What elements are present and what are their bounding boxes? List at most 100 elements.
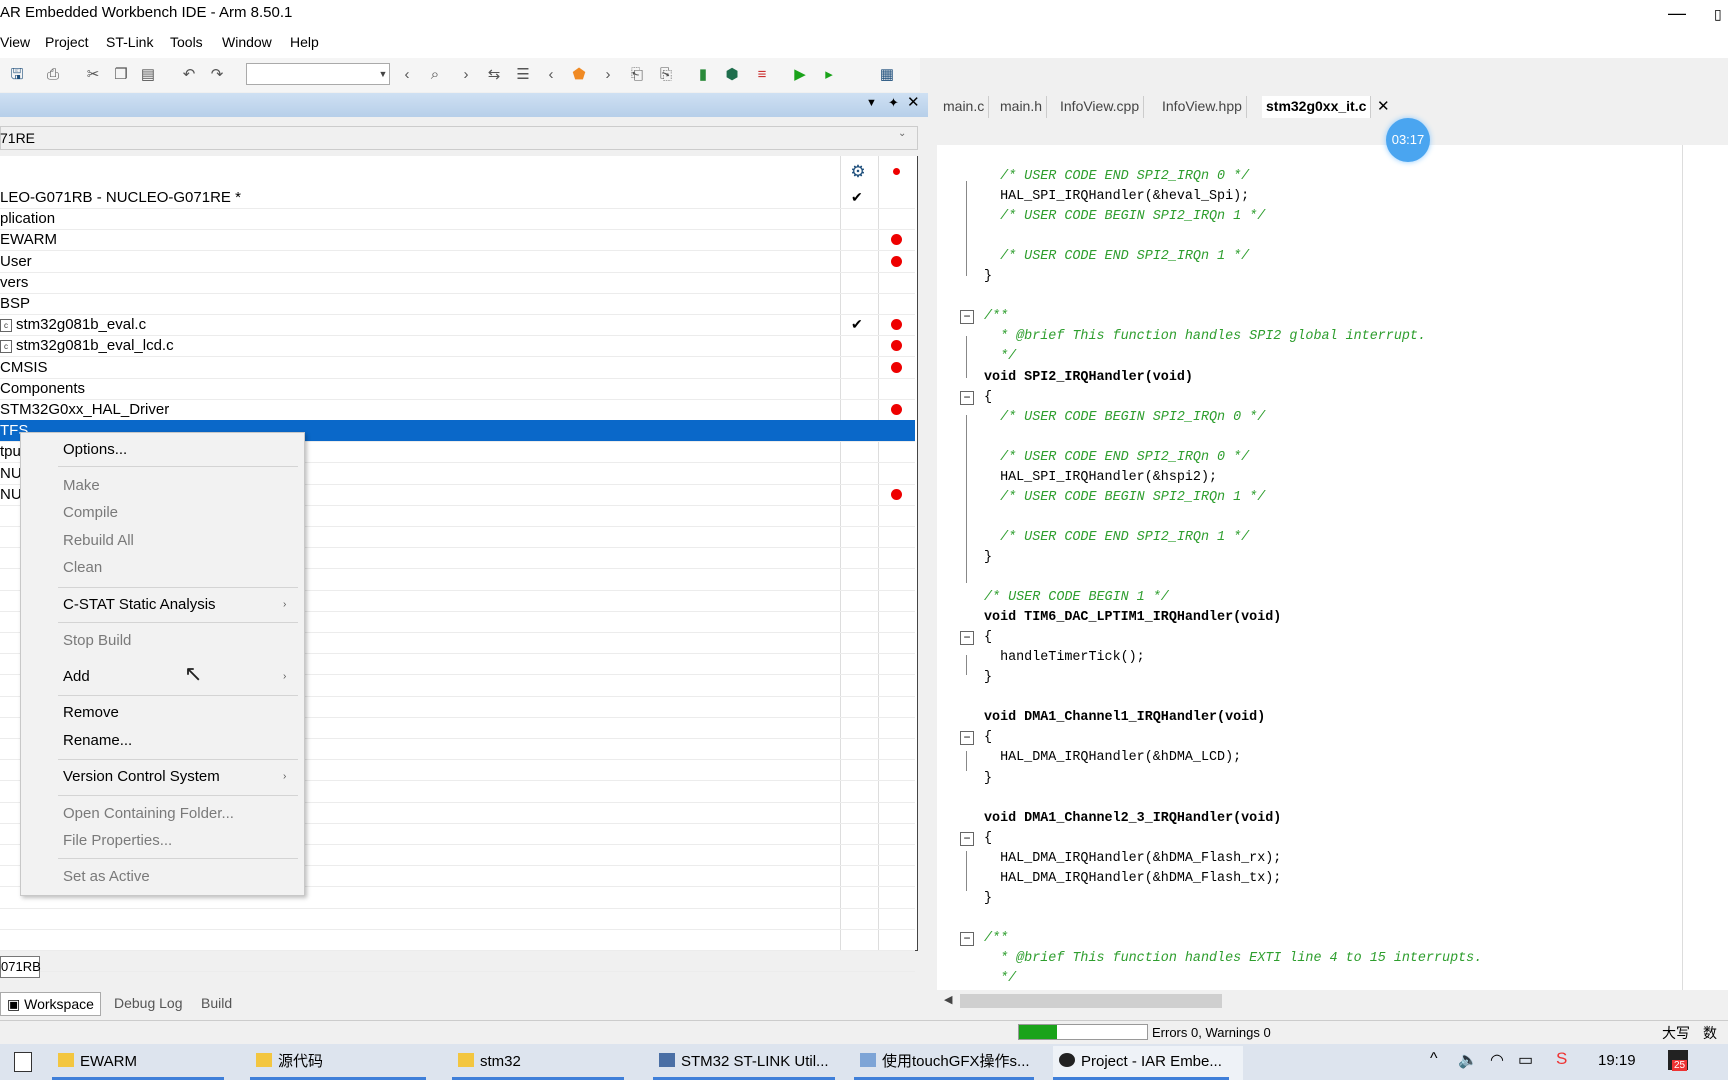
menu-view[interactable]: View <box>0 34 30 50</box>
close-icon[interactable]: ✕ <box>907 93 920 111</box>
minimize-button[interactable]: — <box>1660 0 1694 28</box>
find-combo[interactable] <box>246 63 390 85</box>
restore-button[interactable]: ▯ <box>1714 2 1728 26</box>
menu-window[interactable]: Window <box>222 34 272 50</box>
tab-debug-log[interactable]: Debug Log <box>108 992 189 1016</box>
toggle-bookmark-icon[interactable]: ⇆ <box>483 64 505 86</box>
make-icon[interactable]: ⎘ <box>655 64 677 86</box>
redo-icon[interactable]: ↷ <box>206 64 228 86</box>
next-bookmark-icon[interactable]: › <box>597 64 619 86</box>
fold-toggle-icon[interactable]: − <box>960 310 974 324</box>
tree-row[interactable]: STM32G0xx_HAL_Driver <box>0 399 915 420</box>
chevron-right-icon[interactable]: › <box>283 671 286 682</box>
menu-item-options[interactable]: Options... <box>63 441 127 458</box>
input-method-icon[interactable]: S <box>1556 1049 1567 1069</box>
taskbar-item[interactable]: 使用touchGFX操作s... <box>854 1046 1048 1080</box>
breakpoint-icon[interactable]: ⬟ <box>568 64 590 86</box>
code-line: void TIM6_DAC_LPTIM1_IRQHandler(void) <box>984 610 1282 625</box>
clock[interactable]: 19:19 <box>1598 1052 1636 1069</box>
tab-infoview-cpp[interactable]: InfoView.cpp <box>1056 96 1145 118</box>
tree-row[interactable]: EWARM <box>0 229 915 250</box>
code-line: { <box>984 630 993 645</box>
compile-icon[interactable]: ⎗ <box>626 64 648 86</box>
menu-project[interactable]: Project <box>45 34 89 50</box>
tab-main-h[interactable]: main.h <box>996 96 1048 118</box>
menu-item-rename[interactable]: Rename... <box>63 732 132 749</box>
paste-icon[interactable]: ▤ <box>137 64 159 86</box>
tree-row[interactable]: plication <box>0 208 915 229</box>
undo-icon[interactable]: ↶ <box>178 64 200 86</box>
indent-icon[interactable]: ☰ <box>512 64 534 86</box>
tree-row-label: NU <box>0 463 22 484</box>
copy-icon[interactable]: ❐ <box>110 64 132 86</box>
chevron-up-icon[interactable]: ^ <box>1430 1050 1438 1068</box>
folder-icon <box>458 1053 474 1067</box>
c-file-icon: c <box>0 318 12 332</box>
chevron-down-icon[interactable]: ▼ <box>866 97 877 109</box>
save-all-icon[interactable]: 🖫 <box>6 64 28 86</box>
taskbar-item-label: EWARM <box>80 1053 137 1070</box>
menu-item-remove[interactable]: Remove <box>63 704 119 721</box>
menu-help[interactable]: Help <box>290 34 319 50</box>
tree-row-text: stm32g081b_eval.c <box>16 316 147 333</box>
fold-toggle-icon[interactable]: − <box>960 832 974 846</box>
forward-icon[interactable]: › <box>455 64 477 86</box>
tree-row[interactable]: c stm32g081b_eval_lcd.c <box>0 335 915 356</box>
prev-bookmark-icon[interactable]: ‹ <box>540 64 562 86</box>
notification-icon[interactable] <box>14 1052 32 1072</box>
menu-tools[interactable]: Tools <box>170 34 203 50</box>
taskbar-item[interactable]: Project - IAR Embe... <box>1053 1046 1243 1080</box>
download-debug-icon[interactable]: ▶ <box>789 64 811 86</box>
find-icon[interactable]: ⌕ <box>424 64 446 86</box>
code-line: void DMA1_Channel1_IRQHandler(void) <box>984 710 1266 725</box>
chevron-down-icon[interactable]: ▼ <box>376 63 390 85</box>
menu-item-c-stat-static-analysis[interactable]: C-STAT Static Analysis <box>63 596 216 613</box>
taskbar-item[interactable]: EWARM <box>52 1046 238 1080</box>
tree-row[interactable]: Components <box>0 378 915 399</box>
stack-icon[interactable]: ▦ <box>876 64 898 86</box>
chevron-right-icon[interactable]: › <box>283 599 286 610</box>
tab-stm32g0xx-it-c[interactable]: stm32g0xx_it.c <box>1262 96 1372 118</box>
taskbar-item[interactable]: 源代码 <box>250 1046 440 1080</box>
tree-row[interactable]: vers <box>0 272 915 293</box>
tree-row-label: tpu <box>0 441 21 462</box>
print-icon[interactable]: ⎙ <box>42 64 64 86</box>
menu-item-version-control-system[interactable]: Version Control System <box>63 768 220 785</box>
stop-build-icon[interactable]: ⬢ <box>721 64 743 86</box>
download-icon[interactable]: ▮ <box>692 64 714 86</box>
breakpoints-icon[interactable]: ≡ <box>751 64 773 86</box>
fold-toggle-icon[interactable]: − <box>960 391 974 405</box>
close-icon[interactable]: ✕ <box>1377 97 1390 115</box>
cut-icon[interactable]: ✂ <box>82 64 104 86</box>
tree-row-label: BSP <box>0 293 30 314</box>
volume-icon[interactable]: 🔈 <box>1458 1050 1478 1070</box>
back-icon[interactable]: ‹ <box>396 64 418 86</box>
menu-st-link[interactable]: ST-Link <box>106 34 153 50</box>
fold-toggle-icon[interactable]: − <box>960 631 974 645</box>
configuration-select[interactable] <box>0 126 918 150</box>
fold-toggle-icon[interactable]: − <box>960 932 974 946</box>
pin-icon[interactable]: ✦ <box>888 95 899 111</box>
battery-icon[interactable]: ▭ <box>1518 1050 1533 1070</box>
chevron-down-icon[interactable]: ⌄ <box>898 128 906 139</box>
tab-infoview-hpp[interactable]: InfoView.hpp <box>1158 96 1247 118</box>
gear-icon[interactable]: ⚙ <box>848 162 868 182</box>
taskbar-item[interactable]: stm32 <box>452 1046 638 1080</box>
scrollbar-thumb[interactable] <box>960 994 1222 1008</box>
tree-row[interactable]: c stm32g081b_eval.c ✔ <box>0 314 915 335</box>
tree-row[interactable]: User <box>0 251 915 272</box>
scroll-left-icon[interactable]: ◀ <box>944 993 952 1006</box>
chevron-right-icon[interactable]: › <box>283 771 286 782</box>
tree-row[interactable]: LEO-G071RB - NUCLEO-G071RE * ✔ <box>0 187 915 208</box>
tree-row[interactable]: CMSIS <box>0 357 915 378</box>
tab-workspace[interactable]: ▣ Workspace <box>0 992 101 1016</box>
tab-main-c[interactable]: main.c <box>939 96 990 118</box>
tree-row[interactable]: BSP <box>0 293 915 314</box>
taskbar-item[interactable]: STM32 ST-LINK Util... <box>653 1046 849 1080</box>
fold-toggle-icon[interactable]: − <box>960 731 974 745</box>
code-line: HAL_SPI_IRQHandler(&heval_Spi); <box>984 189 1250 204</box>
menu-item-add[interactable]: Add <box>63 668 90 685</box>
tab-build[interactable]: Build <box>195 992 238 1016</box>
wifi-icon[interactable]: ◠ <box>1490 1050 1504 1070</box>
debug-no-download-icon[interactable]: ▸ <box>818 64 840 86</box>
